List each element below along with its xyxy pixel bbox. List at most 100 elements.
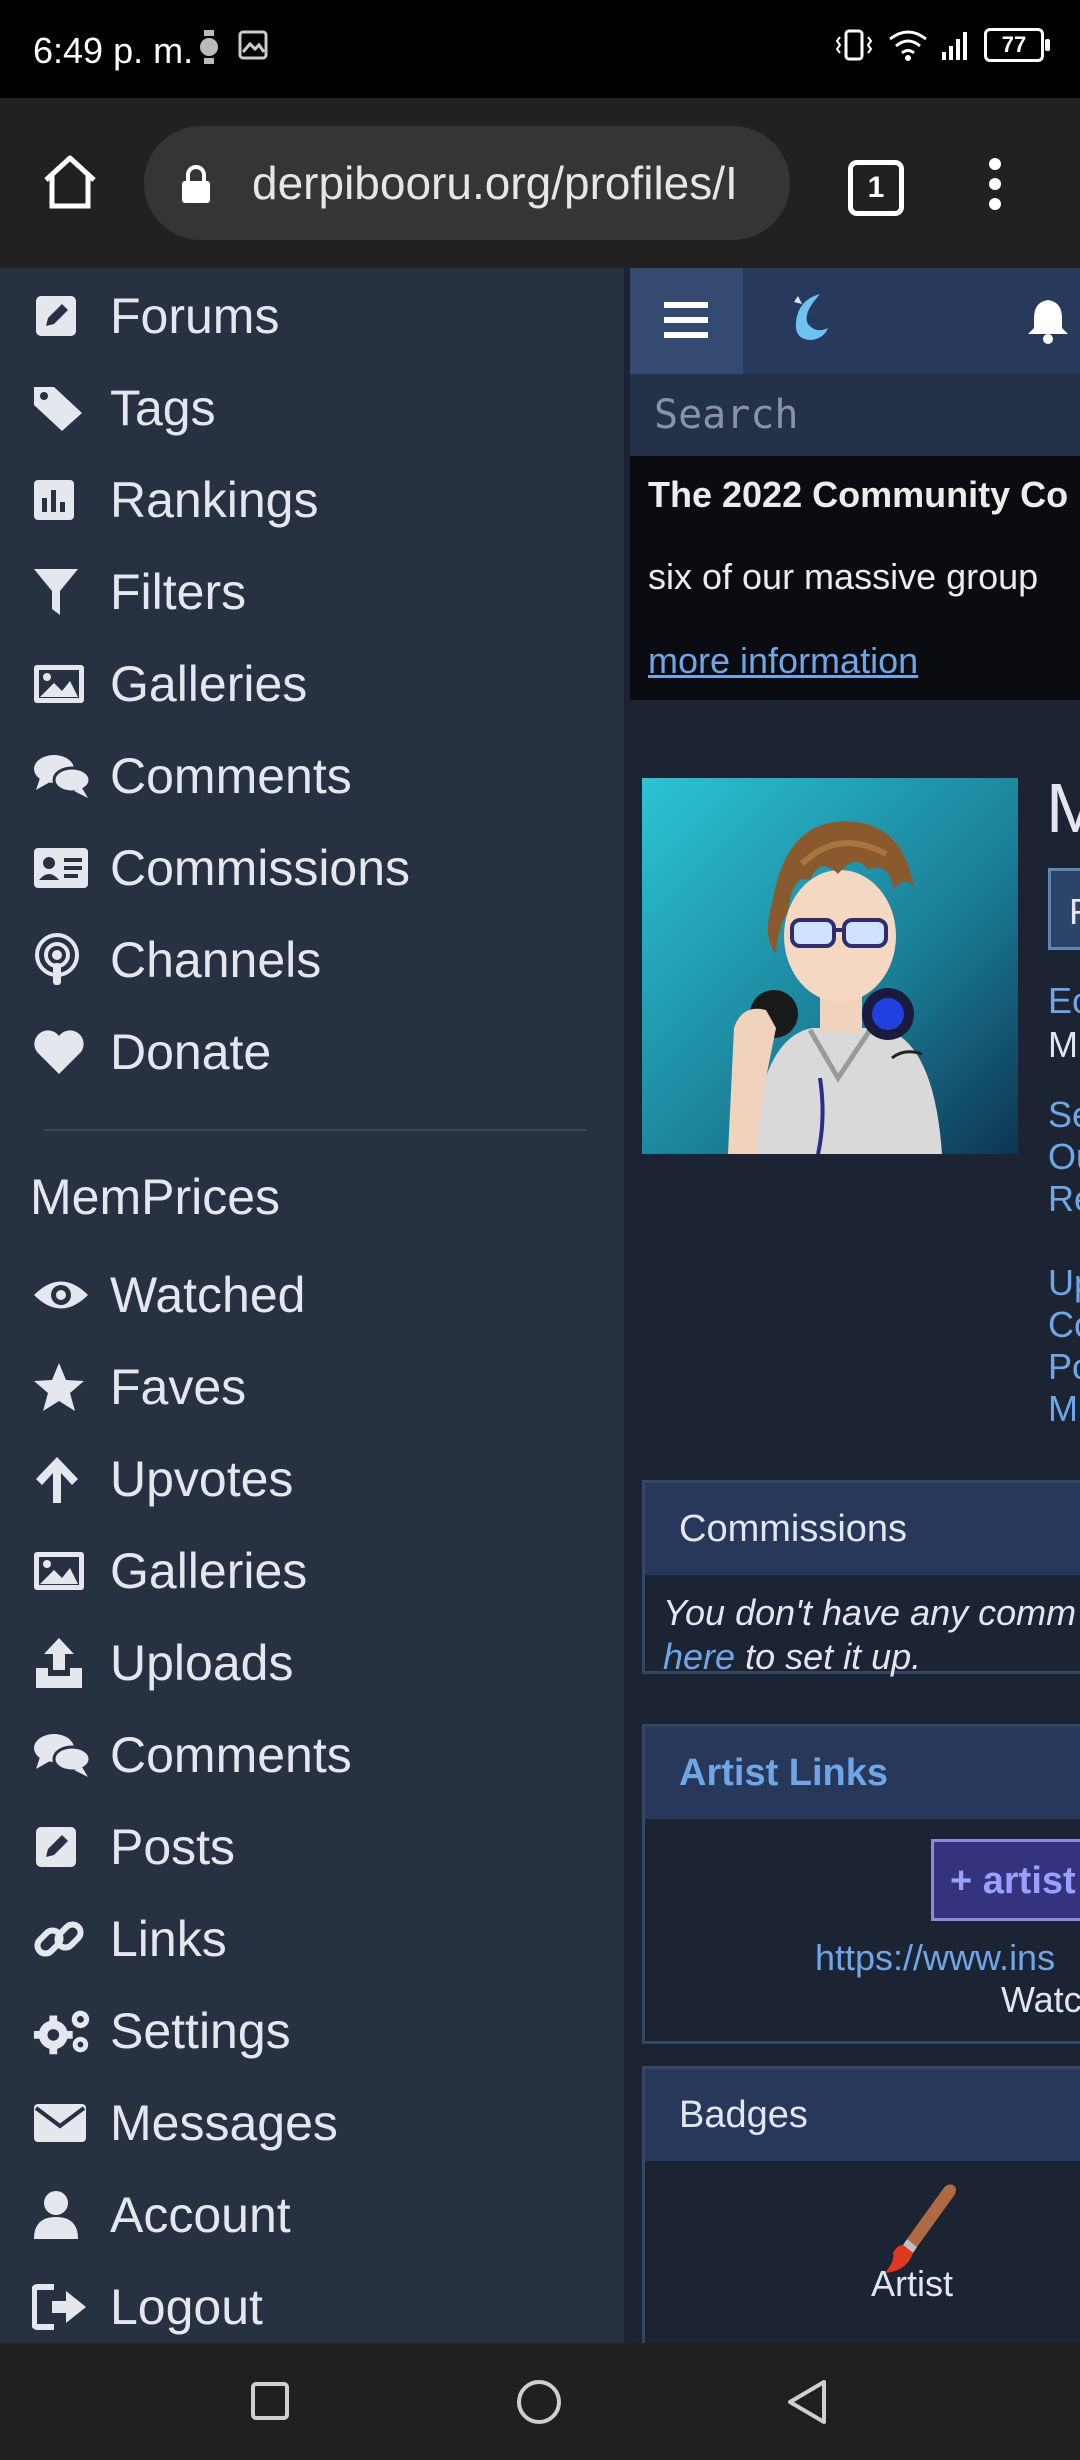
sidebar-item-comments[interactable]: Comments <box>32 741 352 811</box>
profile-link[interactable]: Up <box>1048 1262 1080 1304</box>
sidebar-item-commissions[interactable]: Commissions <box>32 833 410 903</box>
profile-action-button[interactable]: F <box>1048 868 1080 950</box>
comments-icon <box>34 755 92 798</box>
address-bar[interactable]: derpibooru.org/profiles/I <box>144 126 790 240</box>
sidebar-item-label: Watched <box>110 1267 306 1323</box>
sidebar-item-posts[interactable]: Posts <box>32 1812 235 1882</box>
sidebar-item-label: Commissions <box>110 840 411 896</box>
sidebar-item-account[interactable]: Account <box>32 2180 291 2250</box>
sidebar-item-rankings[interactable]: Rankings <box>32 465 318 535</box>
chart-icon <box>34 480 74 520</box>
menu-toggle-button[interactable] <box>630 268 743 374</box>
image-icon <box>34 1552 84 1590</box>
sidebar-item-label: Rankings <box>110 472 319 528</box>
upload-icon <box>36 1638 82 1688</box>
sidebar-item-tags[interactable]: Tags <box>32 373 216 443</box>
badges-header: Badges <box>645 2069 1080 2161</box>
add-artist-link-button[interactable]: + artist <box>931 1839 1080 1921</box>
signal-icon <box>942 32 967 60</box>
profile-name: M <box>1046 769 1080 847</box>
sidebar-item-label: Links <box>110 1911 227 1967</box>
id-card-icon <box>34 848 88 888</box>
sidebar-item-upvotes[interactable]: Upvotes <box>32 1444 293 1514</box>
sidebar-item-label: Filters <box>110 564 247 620</box>
tab-switcher-button[interactable]: 1 <box>848 160 904 216</box>
badge-label: Artist <box>871 2263 954 2304</box>
sidebar-item-links[interactable]: Links <box>32 1904 227 1974</box>
profile-link[interactable]: Po <box>1048 1346 1080 1388</box>
sidebar-item-galleries[interactable]: Galleries <box>32 649 307 719</box>
gallery-icon <box>238 30 268 60</box>
more-options-icon[interactable] <box>985 156 1005 212</box>
star-icon <box>34 1363 84 1411</box>
site-logo-icon[interactable] <box>780 290 830 346</box>
link-icon <box>34 1921 84 1957</box>
eye-icon <box>34 1281 88 1309</box>
announcement-link[interactable]: more information <box>648 640 918 682</box>
search-input[interactable]: Search <box>630 374 1080 456</box>
sidebar-item-user-galleries[interactable]: Galleries <box>32 1536 307 1606</box>
url-text[interactable]: derpibooru.org/profiles/I <box>252 156 738 210</box>
sidebar-item-forums[interactable]: Forums <box>32 281 279 351</box>
sidebar-item-label: Settings <box>110 2003 291 2059</box>
hamburger-icon <box>664 302 708 338</box>
artist-link-url[interactable]: https://www.ins <box>815 1937 1055 1979</box>
commissions-setup-link[interactable]: here <box>663 1636 735 1677</box>
artist-links-header[interactable]: Artist Links <box>645 1727 1080 1819</box>
commissions-text: You don't have any comm here to set it u… <box>645 1575 1080 1695</box>
profile-link[interactable]: Ec <box>1048 980 1080 1022</box>
sidebar-nav: Forums Tags Rankings Filters Galleries C… <box>0 268 630 2343</box>
sidebar-item-user-comments[interactable]: Comments <box>32 1720 352 1790</box>
notifications-bell-icon[interactable] <box>1026 296 1070 344</box>
profile-link[interactable]: Re <box>1048 1178 1080 1220</box>
user-icon <box>34 2191 78 2239</box>
sidebar-user-header[interactable]: MemPrices <box>30 1168 280 1226</box>
sidebar-item-label: Logout <box>110 2279 263 2335</box>
edit-icon <box>36 296 76 336</box>
avatar-illustration <box>642 778 1018 1154</box>
envelope-icon <box>34 2104 86 2142</box>
image-icon <box>34 665 84 703</box>
site-header <box>630 268 1080 374</box>
back-icon[interactable] <box>786 2379 828 2425</box>
profile-link[interactable]: M <box>1048 1388 1078 1430</box>
artist-links-block: Artist Links + artist https://www.ins Wa… <box>642 1724 1080 2044</box>
arrow-up-icon <box>36 1457 78 1503</box>
tag-icon <box>34 387 82 431</box>
profile-avatar[interactable] <box>642 778 1018 1154</box>
sidebar-item-faves[interactable]: Faves <box>32 1352 246 1422</box>
sidebar-item-logout[interactable]: Logout <box>32 2272 263 2342</box>
sidebar-item-filters[interactable]: Filters <box>32 557 246 627</box>
wifi-icon <box>889 30 927 61</box>
badges-block: Badges Artist <box>642 2066 1080 2343</box>
sidebar-item-label: Uploads <box>110 1635 294 1691</box>
commissions-text-line2: to set it up. <box>735 1636 922 1677</box>
sidebar-item-donate[interactable]: Donate <box>32 1017 271 1087</box>
sidebar-item-label: Comments <box>110 1727 352 1783</box>
sidebar-item-label: Donate <box>110 1024 272 1080</box>
profile-text: M <box>1048 1024 1078 1065</box>
sidebar-item-label: Forums <box>110 288 280 344</box>
podcast-icon <box>35 933 79 985</box>
home-circle-icon[interactable] <box>516 2379 562 2425</box>
sidebar-item-uploads[interactable]: Uploads <box>32 1628 293 1698</box>
profile-link[interactable]: Cc <box>1048 1304 1080 1346</box>
sidebar-item-channels[interactable]: Channels <box>32 925 321 995</box>
sidebar-item-watched[interactable]: Watched <box>32 1260 305 1330</box>
search-placeholder: Search <box>654 392 799 438</box>
lock-icon <box>182 165 210 203</box>
commissions-block: Commissions You don't have any comm here… <box>642 1480 1080 1677</box>
artist-link-watch[interactable]: Watc <box>1001 1979 1080 2021</box>
filter-icon <box>34 569 78 615</box>
watch-icon <box>200 30 218 64</box>
browser-toolbar: derpibooru.org/profiles/I 1 <box>0 98 1080 268</box>
home-icon[interactable] <box>40 154 100 210</box>
recents-icon[interactable] <box>250 2381 290 2421</box>
sidebar-separator <box>44 1129 586 1131</box>
sidebar-item-settings[interactable]: Settings <box>32 1996 291 2066</box>
announcement-banner: The 2022 Community Co six of our massive… <box>630 456 1080 700</box>
profile-link[interactable]: Se <box>1048 1094 1080 1136</box>
profile-link[interactable]: Ou <box>1048 1136 1080 1178</box>
sidebar-item-messages[interactable]: Messages <box>32 2088 338 2158</box>
sidebar-item-label: Comments <box>110 748 352 804</box>
